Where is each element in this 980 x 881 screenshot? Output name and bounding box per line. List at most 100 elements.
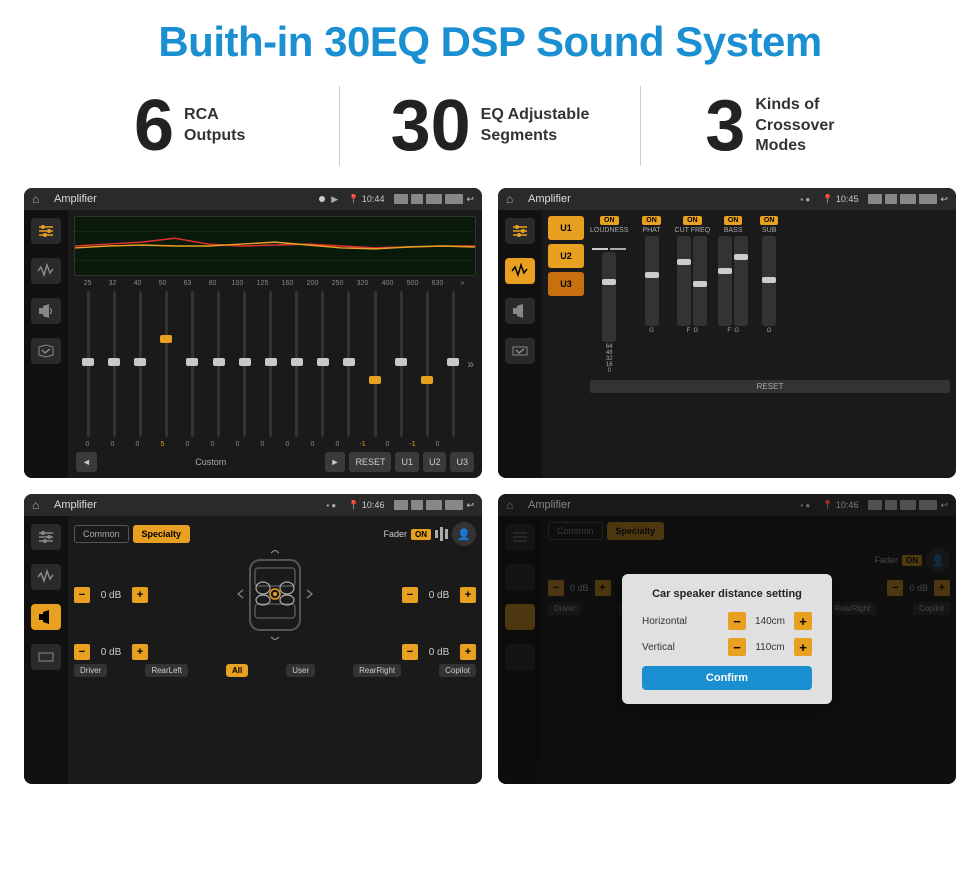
- btn-rearright[interactable]: RearRight: [353, 664, 401, 677]
- eq-sidebar-btn-3[interactable]: [31, 298, 61, 324]
- cutfreq-on[interactable]: ON: [683, 216, 702, 225]
- freq-630: 630: [426, 280, 449, 287]
- fader-profile-icon[interactable]: 👤: [452, 522, 476, 546]
- crossover-screen: ⌂ Amplifier ▪ ● 📍 10:45 ↩: [498, 188, 956, 478]
- eq-slider-0[interactable]: [76, 291, 100, 437]
- vol3-plus[interactable]: +: [132, 644, 148, 660]
- eq-u1-btn[interactable]: U1: [395, 452, 419, 472]
- fader-bar-1: [435, 530, 438, 538]
- crossover-presets: U1 U2 U3: [548, 216, 584, 472]
- vertical-minus-btn[interactable]: −: [728, 638, 746, 656]
- vol4-plus[interactable]: +: [460, 644, 476, 660]
- fader-tab-specialty[interactable]: Specialty: [133, 525, 191, 543]
- fader-back-icon: ↩: [466, 500, 474, 511]
- ctrl-cutfreq: ON CUT FREQ F G: [675, 216, 711, 334]
- eq-more-btn[interactable]: »: [467, 357, 474, 371]
- eq-slider-8[interactable]: [285, 291, 309, 437]
- f-icon-1: [394, 500, 408, 510]
- eq-thumb-9: [317, 358, 329, 366]
- eq-thumb-11: [369, 376, 381, 384]
- crossover-sidebar-btn-2[interactable]: [505, 258, 535, 284]
- vol1-plus[interactable]: +: [132, 587, 148, 603]
- crossover-reset-btn[interactable]: RESET: [590, 380, 950, 393]
- fader-sidebar-btn-2[interactable]: [31, 564, 61, 590]
- eq-sidebar-btn-2[interactable]: [31, 258, 61, 284]
- eq-speaker-icon: [37, 303, 55, 319]
- freq-80: 80: [201, 280, 224, 287]
- loudness-handle: [602, 279, 616, 285]
- preset-u3[interactable]: U3: [548, 272, 584, 296]
- eq-track-9: [321, 291, 324, 437]
- eq-slider-5[interactable]: [206, 291, 230, 437]
- eq-icon-4: [445, 194, 463, 204]
- eq-sidebar-btn-1[interactable]: [31, 218, 61, 244]
- loudness-on[interactable]: ON: [600, 216, 619, 225]
- preset-u2[interactable]: U2: [548, 244, 584, 268]
- vol4-minus[interactable]: −: [402, 644, 418, 660]
- phat-slider[interactable]: [645, 236, 659, 326]
- eq-slider-12[interactable]: [389, 291, 413, 437]
- eq-slider-3[interactable]: [154, 291, 178, 437]
- fader-tab-common[interactable]: Common: [74, 525, 129, 543]
- eq-slider-10[interactable]: [337, 291, 361, 437]
- home-icon: ⌂: [32, 191, 48, 207]
- bass-slider-1[interactable]: [718, 236, 732, 326]
- eq-screen-title: Amplifier: [54, 193, 313, 205]
- c-icon-4: [919, 194, 937, 204]
- fader-top-row: Common Specialty Fader ON 👤: [74, 522, 476, 546]
- eq-slider-14[interactable]: [441, 291, 465, 437]
- eq-thumb-12: [395, 358, 407, 366]
- eq-u2-btn[interactable]: U2: [423, 452, 447, 472]
- eq-prev-btn[interactable]: ◄: [76, 452, 97, 472]
- cutfreq-slider-1[interactable]: [677, 236, 691, 326]
- crossover-sidebar-btn-3[interactable]: [505, 298, 535, 324]
- eq-slider-1[interactable]: [102, 291, 126, 437]
- eq-next-btn[interactable]: ►: [325, 452, 346, 472]
- sub-slider[interactable]: [762, 236, 776, 326]
- btn-all[interactable]: All: [226, 664, 248, 677]
- cutfreq-scale: F G: [687, 328, 699, 334]
- dialog-row-horizontal: Horizontal − 140cm +: [642, 612, 812, 630]
- freq-40: 40: [126, 280, 149, 287]
- vertical-plus-btn[interactable]: +: [794, 638, 812, 656]
- loudness-slider[interactable]: [602, 252, 616, 342]
- eq-arrow-icon: [37, 343, 55, 359]
- ctrl-loudness: ON LOUDNESS 644832160: [590, 216, 629, 374]
- fader-sidebar-btn-3[interactable]: [31, 604, 61, 630]
- confirm-button[interactable]: Confirm: [642, 666, 812, 690]
- crossover-sidebar-btn-1[interactable]: [505, 218, 535, 244]
- horizontal-plus-btn[interactable]: +: [794, 612, 812, 630]
- phat-on[interactable]: ON: [642, 216, 661, 225]
- vol1-minus[interactable]: −: [74, 587, 90, 603]
- eq-slider-6[interactable]: [233, 291, 257, 437]
- fader-home-icon: ⌂: [32, 497, 48, 513]
- bass-on[interactable]: ON: [724, 216, 743, 225]
- btn-driver[interactable]: Driver: [74, 664, 107, 677]
- eq-slider-11[interactable]: [363, 291, 387, 437]
- eq-reset-btn[interactable]: RESET: [349, 452, 391, 472]
- vol3-minus[interactable]: −: [74, 644, 90, 660]
- btn-copilot[interactable]: Copilot: [439, 664, 476, 677]
- bass-slider-2[interactable]: [734, 236, 748, 326]
- vol2-minus[interactable]: −: [402, 587, 418, 603]
- stat-rca-label: RCAOutputs: [184, 105, 245, 147]
- btn-rearleft[interactable]: RearLeft: [145, 664, 188, 677]
- eq-track-4: [191, 291, 194, 437]
- btn-user[interactable]: User: [286, 664, 315, 677]
- eq-slider-4[interactable]: [180, 291, 204, 437]
- vol2-plus[interactable]: +: [460, 587, 476, 603]
- sub-on[interactable]: ON: [760, 216, 779, 225]
- cutfreq-slider-2[interactable]: [693, 236, 707, 326]
- horizontal-minus-btn[interactable]: −: [728, 612, 746, 630]
- eq-slider-13[interactable]: [415, 291, 439, 437]
- crossover-sidebar-btn-4[interactable]: [505, 338, 535, 364]
- preset-u1[interactable]: U1: [548, 216, 584, 240]
- eq-u3-btn[interactable]: U3: [450, 452, 474, 472]
- fader-sidebar-btn-4[interactable]: [31, 644, 61, 670]
- eq-slider-2[interactable]: [128, 291, 152, 437]
- eq-slider-9[interactable]: [311, 291, 335, 437]
- eq-slider-7[interactable]: [259, 291, 283, 437]
- eq-track-0: [87, 291, 90, 437]
- eq-sidebar-btn-4[interactable]: [31, 338, 61, 364]
- fader-sidebar-btn-1[interactable]: [31, 524, 61, 550]
